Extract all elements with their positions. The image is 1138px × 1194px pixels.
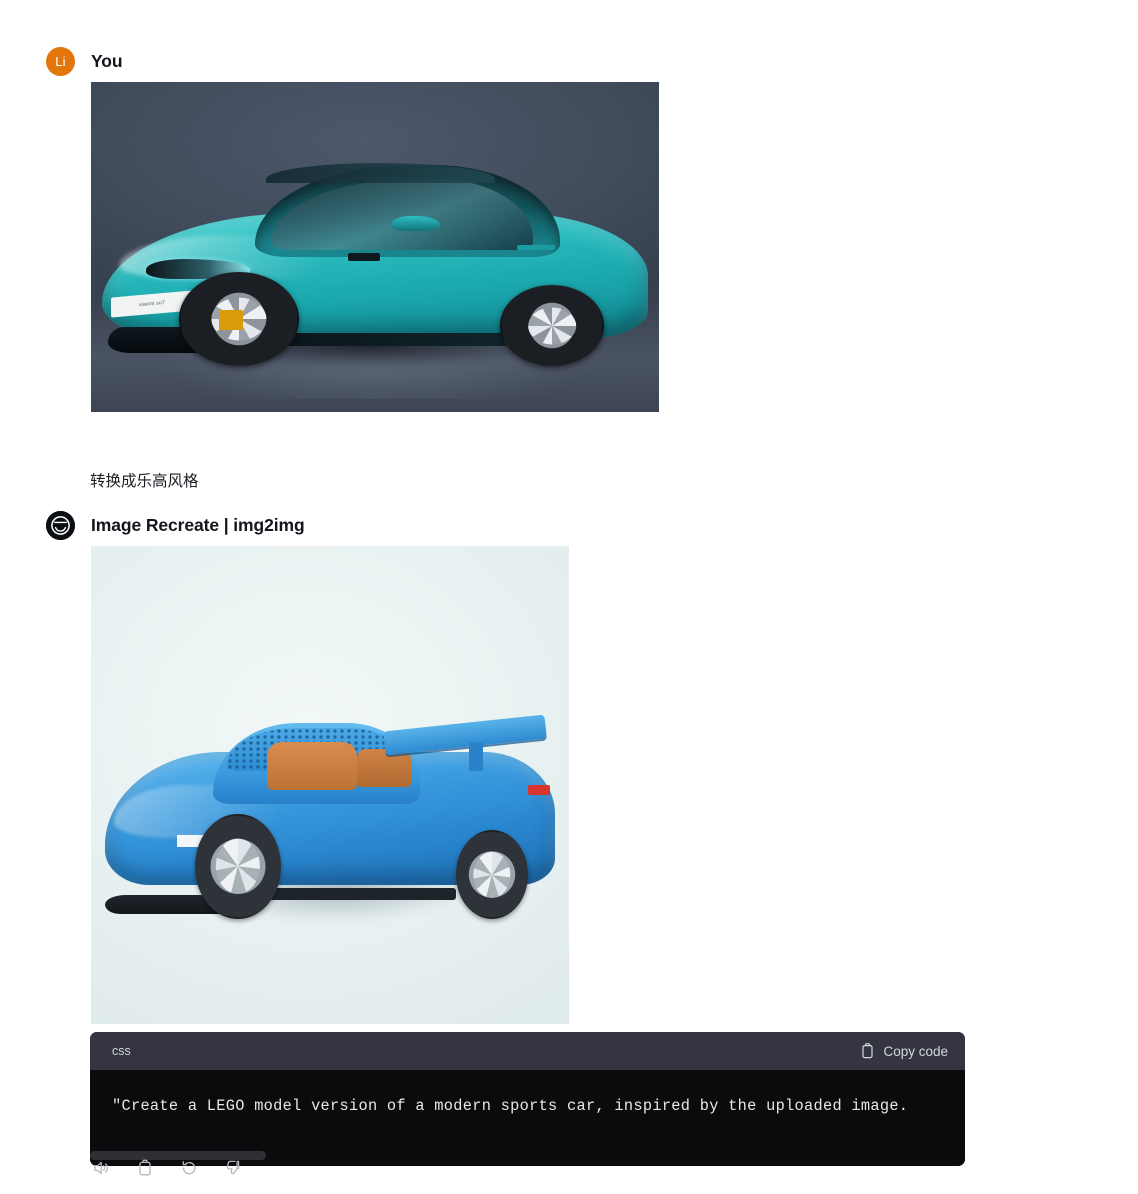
code-block-header: css Copy code (90, 1032, 965, 1070)
user-message: Li You xiaomi su7 转换成乐高风格 (0, 44, 1138, 490)
assistant-message: Image Recreate | img2img (0, 508, 1138, 1024)
rotate-ccw-icon (182, 1160, 196, 1175)
avatar-initials: Li (55, 53, 66, 69)
read-aloud-button[interactable] (88, 1155, 114, 1181)
copy-code-label: Copy code (883, 1043, 948, 1059)
speaker-icon (94, 1161, 108, 1175)
car-front-wheel (178, 272, 299, 366)
thumbs-down-icon (226, 1160, 240, 1175)
uploaded-car-image[interactable]: xiaomi su7 (91, 82, 659, 412)
lego-side-sill (258, 887, 456, 900)
wheel-hub (528, 306, 577, 345)
regenerate-button[interactable] (176, 1155, 202, 1181)
wheel-hub (215, 838, 261, 894)
code-block-body[interactable]: "Create a LEGO model version of a modern… (90, 1070, 965, 1166)
lego-front-wheel (195, 813, 281, 919)
lego-car-illustration (105, 680, 555, 919)
chat-conversation: Li You xiaomi su7 转换成乐高风格 Image Recreate… (0, 0, 1138, 1194)
lego-rear-wheel (455, 830, 528, 919)
lego-seat-rear (356, 749, 411, 788)
car-rear-wheel (500, 285, 605, 366)
assistant-message-header: Image Recreate | img2img (0, 508, 1138, 542)
brake-caliper (219, 309, 244, 331)
lego-seat-front (267, 742, 357, 790)
assistant-author-name: Image Recreate | img2img (91, 514, 305, 535)
code-language-label: css (112, 1044, 131, 1058)
car-air-vent (347, 252, 381, 262)
copy-code-button[interactable]: Copy code (860, 1043, 948, 1059)
message-actions-toolbar (88, 1155, 246, 1181)
clipboard-icon (862, 1043, 874, 1059)
avatar (46, 510, 75, 540)
clipboard-icon (139, 1159, 151, 1176)
wheel-hub (473, 851, 511, 898)
user-message-header: Li You (0, 44, 1138, 78)
code-block: css Copy code "Create a LEGO model versi… (90, 1032, 965, 1166)
code-line: "Create a LEGO model version of a modern… (112, 1097, 909, 1115)
img2img-logo-icon (46, 510, 75, 540)
dislike-button[interactable] (220, 1155, 246, 1181)
user-author-name: You (91, 50, 123, 71)
lego-wing-strut (469, 742, 483, 771)
car-illustration: xiaomi su7 (102, 148, 648, 366)
copy-message-button[interactable] (132, 1155, 158, 1181)
user-message-text: 转换成乐高风格 (90, 473, 199, 490)
car-side-mirror (391, 215, 441, 231)
generated-lego-car-image[interactable] (91, 546, 569, 1024)
car-door-handle (516, 244, 555, 251)
avatar: Li (46, 46, 75, 76)
lego-taillight (527, 785, 551, 795)
lego-rear-wing (383, 714, 547, 756)
